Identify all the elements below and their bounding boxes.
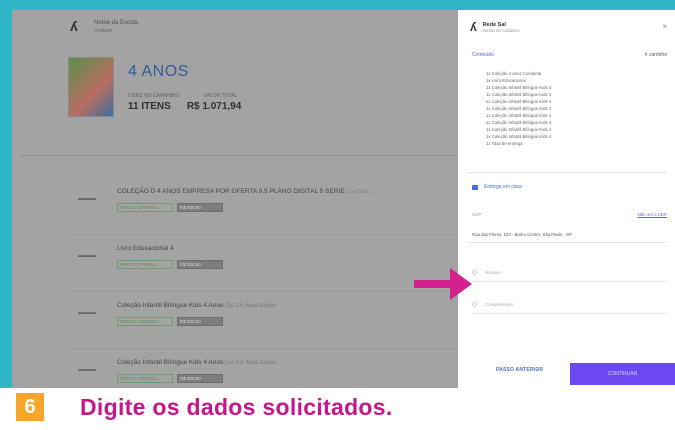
- item-extra: (1x) Cod...: [346, 189, 373, 195]
- brand-logo-icon: ʎ: [70, 18, 78, 34]
- price-badge: R$ 000,00: [177, 374, 223, 383]
- panel-header: ʎ Rede Sal Conta de cadastro: [458, 10, 675, 34]
- cep-help-link[interactable]: Não sei o CEP: [637, 212, 667, 217]
- order-item: 1x Coleção Infantil Bilíngue Kids 4: [486, 113, 552, 118]
- truck-icon: [472, 184, 478, 190]
- item-thumbnail: ▬▬▬: [78, 367, 96, 373]
- order-items-list: 1x Coleção 4 anos Completa 1x Livro Educ…: [486, 70, 551, 147]
- divider: [20, 155, 458, 156]
- order-item: 1x Taxa de entrega: [486, 141, 523, 146]
- item-thumbnail: ▬▬▬: [78, 310, 96, 316]
- items-label: ITENS NO CARRINHO: [128, 93, 180, 99]
- app-screenshot: ʎ Nome da Escola Unidade 4 ANOS ITENS NO…: [12, 10, 675, 388]
- cart-title: 4 ANOS: [128, 63, 189, 80]
- order-item: 1x Coleção Infantil Bilíngue Kids 4: [486, 120, 552, 125]
- complement-placeholder: Complemento: [485, 302, 514, 307]
- list-item[interactable]: ▬▬▬ COLEÇÃO D 4 ANOS EMPRESA POR OFERTA …: [72, 178, 457, 235]
- cart-item-list: ▬▬▬ COLEÇÃO D 4 ANOS EMPRESA POR OFERTA …: [72, 178, 457, 388]
- item-thumbnail: ▬▬▬: [78, 253, 96, 259]
- price-badge: R$ 000,00: [177, 260, 223, 269]
- panel-subtitle: Conta de cadastro: [482, 27, 520, 33]
- complement-field[interactable]: Complemento: [472, 296, 667, 314]
- delivery-section[interactable]: Entrega em casa: [472, 184, 522, 190]
- list-item[interactable]: ▬▬▬ Coleção Infantil Bilíngue Kids 4 Ano…: [72, 349, 457, 388]
- cep-label: CEP: [472, 212, 482, 217]
- price-tag: PRECO ORIGINAL: [117, 260, 173, 269]
- continue-button[interactable]: CONTINUAR: [570, 363, 675, 385]
- order-item: 1x Coleção 4 anos Completa: [486, 71, 542, 76]
- order-item: 1x Coleção Infantil Bilíngue Kids 4: [486, 106, 552, 111]
- cart-summary: 4 ANOS ITENS NO CARRINHO VALOR TOTAL 11 …: [68, 57, 241, 117]
- instruction-text: Digite os dados solicitados.: [80, 394, 393, 420]
- divider: [468, 172, 667, 173]
- cart-thumbnail: [68, 57, 114, 117]
- item-title: Livro Educacional 4: [117, 245, 174, 252]
- summary-link[interactable]: Conteúdo: [472, 52, 494, 58]
- total-label: VALOR TOTAL: [203, 93, 238, 99]
- divider: [468, 242, 667, 243]
- panel-logo-icon: ʎ: [470, 20, 477, 34]
- items-count: 11 ITENS: [128, 101, 171, 112]
- number-field[interactable]: Número: [472, 264, 667, 282]
- item-title: Coleção Infantil Bilíngue Kids 4 Anos: [117, 302, 224, 309]
- close-icon[interactable]: ×: [662, 22, 667, 31]
- order-item: 1x Coleção Infantil Bilíngue Kids 4: [486, 92, 552, 97]
- brand-sub: Unidade: [94, 27, 113, 34]
- item-thumbnail: ▬▬▬: [78, 196, 96, 202]
- item-title: Coleção Infantil Bilíngue Kids 4 Anos: [117, 359, 224, 366]
- checkout-panel: ʎ Rede Sal Conta de cadastro × Conteúdo …: [458, 10, 675, 388]
- step-number: 6: [16, 393, 44, 421]
- address-value: Rua das Flores, 123 - Bairro Centro, São…: [472, 232, 572, 237]
- order-item: 1x Coleção Infantil Bilíngue Kids 4: [486, 85, 552, 90]
- brand-name: Nome da Escola: [94, 20, 139, 27]
- order-item: 1x Livro Educacional: [486, 78, 526, 83]
- order-item: 1x Coleção Infantil Bilíngue Kids 4: [486, 134, 552, 139]
- previous-step-button[interactable]: PASSO ANTERIOR: [496, 367, 543, 373]
- cart-page: ʎ Nome da Escola Unidade 4 ANOS ITENS NO…: [12, 10, 458, 388]
- item-title: COLEÇÃO D 4 ANOS EMPRESA POR OFERTA 8.5 …: [117, 188, 345, 195]
- list-item[interactable]: ▬▬▬ Coleção Infantil Bilíngue Kids 4 Ano…: [72, 292, 457, 349]
- price-tag: PRECO ORIGINAL: [117, 203, 173, 212]
- pointer-arrow-icon: [414, 268, 472, 300]
- number-placeholder: Número: [485, 270, 502, 275]
- price-tag: PRECO ORIGINAL: [117, 374, 173, 383]
- price-badge: R$ 000,00: [177, 203, 223, 212]
- price-tag: PRECO ORIGINAL: [117, 317, 173, 326]
- cart-link[interactable]: Ir carrinho: [644, 52, 667, 58]
- order-item: 1x Coleção Infantil Bilíngue Kids 4: [486, 99, 552, 104]
- instruction-caption: 6 Digite os dados solicitados.: [0, 388, 675, 430]
- cart-total: R$ 1.071,94: [186, 101, 242, 112]
- list-item[interactable]: ▬▬▬ Livro Educacional 4 PRECO ORIGINAL R…: [72, 235, 457, 292]
- summary-row: Conteúdo Ir carrinho: [472, 52, 667, 58]
- price-badge: R$ 000,00: [177, 317, 223, 326]
- delivery-section-title: Entrega em casa: [484, 184, 522, 190]
- brand-header: ʎ Nome da Escola Unidade: [70, 18, 138, 36]
- item-extra: (1x) Ed. Atual Edição: [225, 303, 277, 309]
- order-item: 1x Coleção Infantil Bilíngue Kids 4: [486, 127, 552, 132]
- item-extra: (1x) Ed. Atual Edição: [225, 360, 277, 366]
